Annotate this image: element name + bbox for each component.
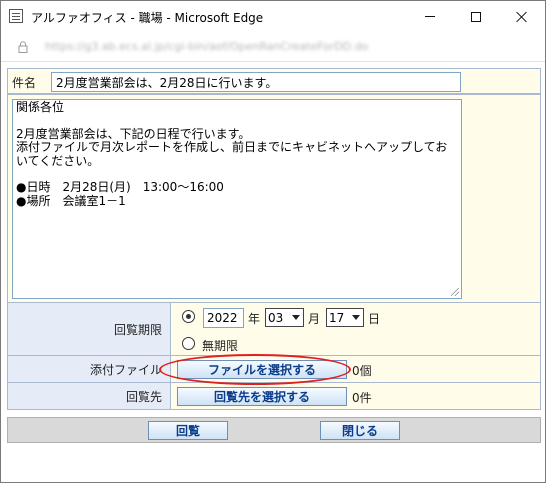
address-bar: https://g3.ab.ecs.al.jp/cgi-bin/aof/Open… <box>1 32 545 62</box>
maximize-button[interactable] <box>453 1 499 32</box>
minimize-icon <box>425 16 435 17</box>
no-deadline-label: 無期限 <box>202 339 239 353</box>
recipients-label-cell: 回覧先 <box>8 383 171 409</box>
window-title: アルファオフィス - 職場 - Microsoft Edge <box>31 11 264 25</box>
title-bar: アルファオフィス - 職場 - Microsoft Edge <box>1 1 545 32</box>
resize-grip-icon[interactable] <box>451 288 459 296</box>
recipients-value-cell: 回覧先を選択する 0件 <box>171 383 540 409</box>
deadline-label-cell: 回覧期限 <box>8 303 171 355</box>
lock-icon <box>18 41 28 53</box>
month-value: 03 <box>268 310 284 325</box>
recipients-row: 回覧先 回覧先を選択する 0件 <box>7 382 541 410</box>
select-recipients-button[interactable]: 回覧先を選択する <box>177 387 347 406</box>
day-value: 17 <box>329 310 345 325</box>
maximize-icon <box>471 11 481 22</box>
close-icon <box>516 11 528 23</box>
recipients-count: 0件 <box>352 391 372 405</box>
attachment-label-cell: 添付ファイル <box>8 356 171 382</box>
url-text[interactable]: https://g3.ab.ecs.al.jp/cgi-bin/aof/Open… <box>45 40 368 53</box>
year-input[interactable] <box>203 308 244 328</box>
body-row: 関係各位 2月度営業部会は、下記の日程で行います。 添付ファイルで月次レポートを… <box>7 94 541 303</box>
minimize-button[interactable] <box>407 1 453 32</box>
attachment-value-cell: ファイルを選択する 0個 <box>171 356 540 382</box>
no-deadline-radio[interactable] <box>182 337 195 350</box>
chevron-down-icon <box>352 315 360 320</box>
footer-bar: 回覧 閉じる <box>7 417 541 443</box>
day-select[interactable]: 17 <box>326 308 364 327</box>
day-unit: 日 <box>368 312 381 326</box>
body-text: 関係各位 2月度営業部会は、下記の日程で行います。 添付ファイルで月次レポートを… <box>16 100 448 208</box>
close-button[interactable]: 閉じる <box>320 421 400 440</box>
deadline-label: 回覧期限 <box>113 322 162 337</box>
subject-row: 件名 <box>7 68 541 94</box>
close-window-button[interactable] <box>499 1 545 32</box>
subject-input[interactable] <box>51 72 461 92</box>
select-file-button[interactable]: ファイルを選択する <box>177 360 347 379</box>
attachment-count: 0個 <box>352 364 372 378</box>
deadline-value-cell: 年 03 月 17 日 無期限 <box>171 303 540 355</box>
chevron-down-icon <box>292 315 300 320</box>
deadline-date-radio[interactable] <box>182 310 195 323</box>
attachment-row: 添付ファイル ファイルを選択する 0個 <box>7 355 541 383</box>
attachment-label: 添付ファイル <box>89 362 162 377</box>
subject-label: 件名 <box>12 76 37 90</box>
deadline-row: 回覧期限 年 03 月 17 日 無期限 <box>7 302 541 356</box>
body-textarea[interactable]: 関係各位 2月度営業部会は、下記の日程で行います。 添付ファイルで月次レポートを… <box>12 99 462 299</box>
browser-window: アルファオフィス - 職場 - Microsoft Edge https://g… <box>0 0 546 483</box>
month-select[interactable]: 03 <box>265 308 304 327</box>
app-page-icon <box>9 9 23 23</box>
circulate-button[interactable]: 回覧 <box>148 421 228 440</box>
year-unit: 年 <box>248 312 261 326</box>
month-unit: 月 <box>308 312 321 326</box>
recipients-label: 回覧先 <box>125 389 162 404</box>
